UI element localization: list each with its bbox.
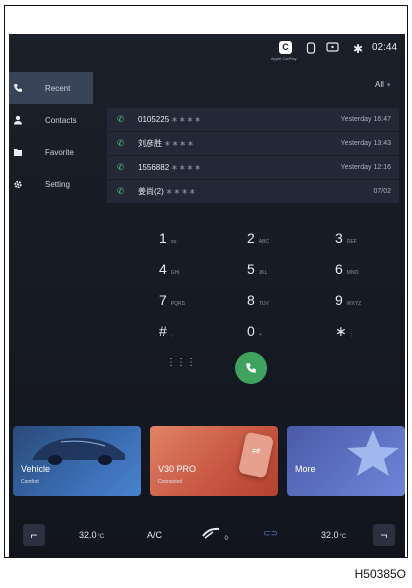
sidebar-item-setting[interactable]: Setting [9,168,93,200]
sidebar-item-label: Favorite [45,147,74,157]
person-icon [13,115,23,125]
call-number: 0105225 [138,115,170,124]
folder-icon [13,147,23,157]
clock: 02:44 [372,42,398,53]
phone-icon [13,83,23,93]
call-icon: ✆ [117,162,125,172]
dial-key-7[interactable]: 7 PQRS [159,292,219,316]
screen-mirror-icon [325,42,339,56]
call-button[interactable] [235,352,267,384]
call-number-mask: ∗∗∗∗ [171,163,202,172]
call-icon: ✆ [117,138,125,148]
more-card-title: More [295,464,316,474]
call-time: Yesterday 16:47 [340,116,391,123]
sidebar-item-recent[interactable]: Recent [9,72,93,104]
call-number-mask: ∗∗∗∗ [171,115,202,124]
call-number: 姜尚(2) [138,187,164,196]
left-seat-icon[interactable]: ⌐ [23,524,45,546]
list-item[interactable]: ✆ 1556882 ∗∗∗∗ Yesterday 12:16 [107,156,399,179]
call-time: 07/02 [373,188,391,195]
keypad-grid-icon[interactable]: ⋮⋮⋮ [166,357,196,368]
climate-bar: ⌐ 32.0°C A/C 0 ⊂⊃ 32.0°C ¬ [9,512,405,558]
fan-level: 0 [224,536,228,542]
status-bar: C Apple CarPlay ✱ 02:44 [9,34,405,66]
dial-key-8[interactable]: 8 TUV [247,292,307,316]
call-number: 1556882 [138,163,170,172]
fan-icon[interactable]: 0 [201,526,228,542]
list-item[interactable]: ✆ 0105225 ∗∗∗∗ Yesterday 16:47 [107,108,399,131]
chevron-down-icon: ▾ [386,82,391,89]
figure-code: H50385O [354,567,406,581]
call-time: Yesterday 12:16 [340,164,391,171]
gear-icon [13,179,23,189]
dial-key-0[interactable]: 0 + [247,323,307,347]
phone-card[interactable]: ⇌ V30 PRO Connected [150,426,278,496]
recirculation-icon[interactable]: ⊂⊃ [263,528,278,539]
call-icon: ✆ [117,114,125,124]
dialpad: 1 ᴏᴏ 2 ABC 3 DEF 4 GHI 5 JKL 6 MNO 7 PQRS 8 TUV … [105,230,401,405]
car-icon [33,437,125,465]
phone-card-title: V30 PRO [158,464,197,474]
more-card[interactable]: More [287,426,405,496]
phone-card-sub: Connected [158,479,183,485]
dial-key-4[interactable]: 4 GHI [159,261,219,285]
call-number-mask: ∗∗∗∗ [164,139,195,148]
dial-key-2[interactable]: 2 ABC [247,230,307,254]
dial-key-5[interactable]: 5 JKL [247,261,307,285]
dial-key-9[interactable]: 9 WXYZ [335,292,395,316]
call-icon: ✆ [117,186,125,196]
vehicle-card-sub: Comfort [21,479,39,485]
carplay-caption: Apple CarPlay [271,56,297,61]
dial-key-hash[interactable]: #, [159,323,219,347]
right-seat-icon[interactable]: ¬ [373,524,395,546]
vehicle-card-title: Vehicle [21,464,51,474]
call-filter-dropdown[interactable]: All ▾ [375,80,390,89]
call-number-mask: ∗∗∗∗ [165,187,197,196]
smartphone-icon: ⇌ [237,431,275,479]
dial-key-star[interactable]: ∗; [335,323,395,347]
sidebar-item-favorite[interactable]: Favorite [9,136,93,168]
sidebar-item-contacts[interactable]: Contacts [9,104,93,136]
dial-key-6[interactable]: 6 MNO [335,261,395,285]
filter-label: All [375,80,384,89]
vehicle-card[interactable]: Vehicle Comfort [13,426,141,496]
star-icon [347,430,399,476]
sidebar: Recent Contacts Favorite Setting [9,72,93,200]
left-temperature[interactable]: 32.0°C [79,530,104,540]
car-infotainment-screen: C Apple CarPlay ✱ 02:44 Recent Contacts [9,34,405,558]
recent-calls-list: ✆ 0105225 ∗∗∗∗ Yesterday 16:47 ✆ 刘彦胜 ∗∗∗∗ … [107,108,399,204]
ac-button[interactable]: A/C [147,530,162,540]
carplay-icon[interactable]: C [279,41,292,54]
list-item[interactable]: ✆ 刘彦胜 ∗∗∗∗ Yesterday 13:43 [107,132,399,155]
dial-key-1[interactable]: 1 ᴏᴏ [159,230,219,254]
sidebar-item-label: Recent [45,83,71,93]
sidebar-item-label: Contacts [45,115,77,125]
bluetooth-icon: ✱ [352,42,364,56]
dial-key-3[interactable]: 3 DEF [335,230,395,254]
phone-icon [304,42,318,56]
right-temperature[interactable]: 32.0°C [321,530,346,540]
shortcut-cards: Vehicle Comfort ⇌ V30 PRO Connected More [9,426,405,498]
call-number: 刘彦胜 [138,139,162,148]
sidebar-item-label: Setting [45,179,70,189]
list-item[interactable]: ✆ 姜尚(2) ∗∗∗∗ 07/02 [107,180,399,203]
call-time: Yesterday 13:43 [340,140,391,147]
phone-icon [246,363,256,373]
